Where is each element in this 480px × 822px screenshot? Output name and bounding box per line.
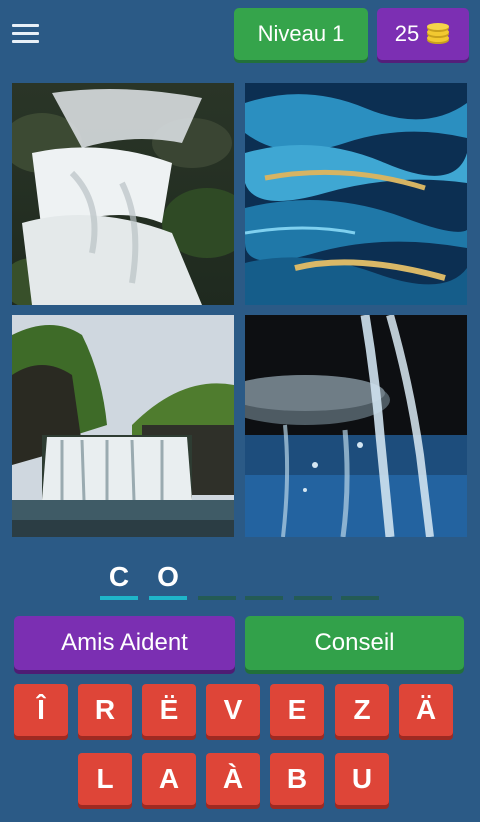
level-button[interactable]: Niveau 1	[234, 8, 368, 60]
letter-key[interactable]: Ä	[399, 684, 453, 736]
letter-key[interactable]: Ë	[142, 684, 196, 736]
letter-key[interactable]: V	[206, 684, 260, 736]
answer-slots: C O	[0, 560, 480, 604]
answer-letter	[341, 560, 379, 594]
letter-key[interactable]: À	[206, 753, 260, 805]
coins-button[interactable]: 25	[377, 8, 469, 60]
image-ocean-waves[interactable]	[245, 83, 467, 305]
letter-key[interactable]: U	[335, 753, 389, 805]
coin-count: 25	[394, 21, 420, 46]
water-pour-image	[245, 315, 467, 537]
answer-letter	[198, 560, 236, 594]
friends-help-button[interactable]: Amis Aident	[14, 616, 235, 670]
answer-letter	[245, 560, 283, 594]
slot-underline	[198, 596, 236, 600]
letter-key[interactable]: Î	[14, 684, 68, 736]
answer-slot[interactable]: C	[100, 560, 138, 600]
letter-key[interactable]: R	[78, 684, 132, 736]
hint-label: Conseil	[314, 629, 395, 656]
answer-slot[interactable]	[245, 560, 283, 600]
slot-underline	[100, 596, 138, 600]
letter-key[interactable]: A	[142, 753, 196, 805]
menu-icon[interactable]	[12, 22, 40, 46]
slot-underline	[294, 596, 332, 600]
answer-letter: O	[157, 561, 179, 592]
waterfall-cliff-image	[12, 315, 234, 537]
answer-letter	[294, 560, 332, 594]
friends-help-label: Amis Aident	[61, 629, 188, 656]
answer-slot[interactable]	[198, 560, 236, 600]
image-waterfall-cascade[interactable]	[12, 83, 234, 305]
answer-slot[interactable]	[341, 560, 379, 600]
image-water-pour[interactable]	[245, 315, 467, 537]
slot-underline	[341, 596, 379, 600]
level-label: Niveau 1	[257, 21, 345, 46]
letter-key[interactable]: Z	[335, 684, 389, 736]
image-waterfall-cliff[interactable]	[12, 315, 234, 537]
answer-slot[interactable]	[294, 560, 332, 600]
slot-underline	[149, 596, 187, 600]
slot-underline	[245, 596, 283, 600]
ocean-waves-image	[245, 83, 467, 305]
answer-slot[interactable]: O	[149, 560, 187, 600]
letter-key[interactable]: E	[270, 684, 324, 736]
letter-key[interactable]: L	[78, 753, 132, 805]
answer-letter: C	[108, 561, 130, 592]
waterfall-cascade-image	[12, 83, 234, 305]
letter-key[interactable]: B	[270, 753, 324, 805]
hint-button[interactable]: Conseil	[245, 616, 464, 670]
coins-icon	[427, 23, 450, 44]
